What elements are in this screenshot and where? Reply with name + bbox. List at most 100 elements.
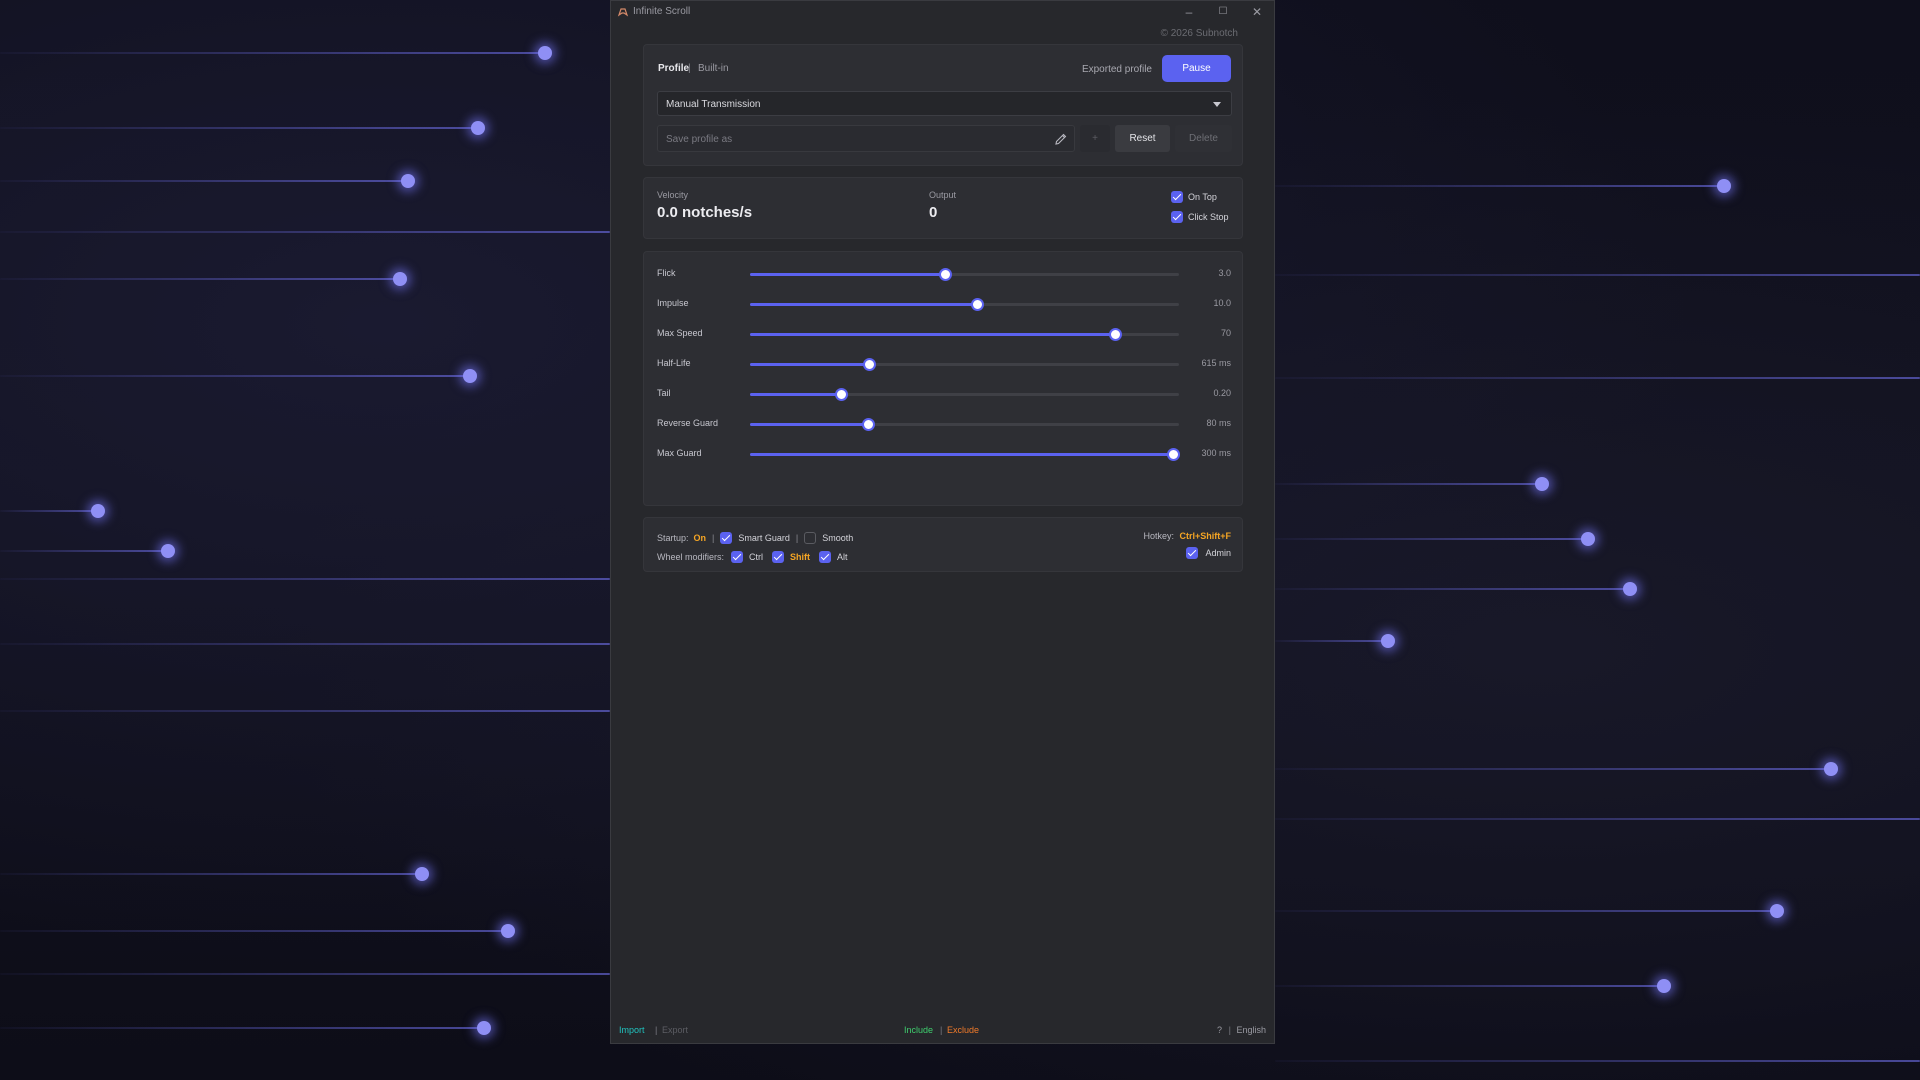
glow-dot	[415, 867, 429, 881]
slider-track[interactable]	[750, 358, 1179, 371]
tab-profile[interactable]: Profile	[658, 63, 689, 74]
alt-checkbox[interactable]	[819, 551, 832, 563]
glow-dot	[477, 1021, 491, 1035]
light-streak	[1275, 1060, 1920, 1062]
light-streak	[1275, 985, 1664, 987]
slider-thumb[interactable]	[863, 358, 877, 371]
on-top-checkbox[interactable]	[1171, 191, 1183, 203]
output-value: 0	[929, 204, 938, 221]
smart-guard-checkbox[interactable]	[720, 532, 733, 544]
glow-dot	[1535, 477, 1549, 491]
light-streak	[0, 1027, 484, 1029]
wheel-modifiers-label: Wheel modifiers:	[657, 552, 725, 562]
import-link[interactable]: Import	[619, 1025, 645, 1035]
slider-fill	[750, 303, 977, 306]
shift-checkbox[interactable]	[772, 551, 785, 563]
slider-value: 10.0	[1213, 298, 1231, 308]
light-streak	[0, 180, 408, 182]
slider-fill	[750, 363, 870, 366]
light-streak	[1275, 640, 1388, 642]
glow-dot	[1581, 532, 1595, 546]
include-link[interactable]: Include	[904, 1025, 933, 1035]
admin-toggle[interactable]: Admin	[1186, 546, 1231, 560]
slider-label: Half-Life	[657, 358, 691, 368]
slider-label: Max Guard	[657, 448, 702, 458]
slider-fill	[750, 393, 841, 396]
exclude-link[interactable]: Exclude	[947, 1025, 979, 1035]
add-profile-button[interactable]: +	[1080, 125, 1110, 152]
startup-label: Startup:	[657, 533, 689, 543]
slider-track[interactable]	[750, 298, 1179, 311]
slider-value: 70	[1220, 328, 1231, 338]
footer-separator: |	[655, 1025, 658, 1035]
reset-button[interactable]: Reset	[1115, 125, 1170, 152]
on-top-label: On Top	[1188, 192, 1217, 202]
slider-thumb[interactable]	[1166, 448, 1180, 461]
shift-label: Shift	[790, 552, 811, 562]
glow-dot	[1623, 582, 1637, 596]
slider-track[interactable]	[750, 448, 1180, 461]
hotkey-value[interactable]: Ctrl+Shift+F	[1179, 531, 1231, 541]
profile-select[interactable]: Manual Transmission	[657, 91, 1232, 116]
light-streak	[1275, 274, 1920, 276]
light-streak	[1275, 185, 1724, 187]
smooth-checkbox[interactable]	[804, 532, 817, 544]
slider-track[interactable]	[750, 418, 1179, 431]
profile-select-value: Manual Transmission	[666, 99, 761, 110]
light-streak	[0, 643, 610, 645]
glow-dot	[393, 272, 407, 286]
light-streak	[1275, 483, 1542, 485]
glow-dot	[501, 924, 515, 938]
light-streak	[0, 710, 610, 712]
minimize-button[interactable]: –	[1174, 3, 1204, 21]
pencil-icon[interactable]	[1054, 132, 1068, 146]
light-streak	[1275, 910, 1777, 912]
light-streak	[0, 375, 470, 377]
copyright-text: © 2026 Subnotch	[1160, 28, 1238, 39]
slider-thumb[interactable]	[970, 298, 984, 311]
light-streak	[0, 127, 478, 129]
on-top-toggle[interactable]: On Top	[1171, 190, 1217, 204]
light-streak	[0, 550, 168, 552]
slider-thumb[interactable]	[939, 268, 953, 281]
slider-thumb[interactable]	[834, 388, 848, 401]
glow-dot	[1770, 904, 1784, 918]
light-streak	[0, 231, 610, 233]
glow-dot	[1381, 634, 1395, 648]
slider-thumb[interactable]	[1108, 328, 1122, 341]
export-link[interactable]: Export	[662, 1025, 688, 1035]
startup-value[interactable]: On	[694, 533, 707, 543]
slider-track[interactable]	[750, 268, 1179, 281]
title-bar[interactable]: Infinite Scroll – ☐ ✕	[611, 1, 1274, 23]
tab-builtin[interactable]: Built-in	[698, 63, 729, 74]
slider-fill	[750, 273, 946, 276]
hotkey-row: Hotkey: Ctrl+Shift+F	[1143, 531, 1231, 541]
slider-value: 80 ms	[1206, 418, 1231, 428]
pause-button[interactable]: Pause	[1162, 55, 1231, 82]
save-profile-input[interactable]: Save profile as	[657, 125, 1075, 152]
slider-row-reverse-guard: Reverse Guard 80 ms	[644, 414, 1242, 434]
light-streak	[0, 278, 400, 280]
help-link[interactable]: ?	[1217, 1025, 1222, 1035]
separator: |	[712, 533, 715, 543]
slider-track[interactable]	[750, 328, 1179, 341]
velocity-value: 0.0 notches/s	[657, 204, 753, 221]
slider-track[interactable]	[750, 388, 1179, 401]
language-selector[interactable]: English	[1236, 1025, 1266, 1035]
maximize-button[interactable]: ☐	[1208, 3, 1238, 21]
velocity-label: Velocity	[657, 190, 689, 200]
glow-dot	[401, 174, 415, 188]
click-stop-toggle[interactable]: Click Stop	[1171, 210, 1229, 224]
slider-fill	[750, 333, 1115, 336]
slider-value: 615 ms	[1201, 358, 1231, 368]
slider-row-flick: Flick 3.0	[644, 264, 1242, 284]
ctrl-checkbox[interactable]	[731, 551, 744, 563]
delete-button[interactable]: Delete	[1175, 125, 1232, 152]
click-stop-checkbox[interactable]	[1171, 211, 1183, 223]
admin-checkbox[interactable]	[1186, 547, 1199, 559]
slider-label: Tail	[657, 388, 671, 398]
close-button[interactable]: ✕	[1242, 3, 1272, 21]
startup-row: Startup: On | Smart Guard | Smooth	[657, 531, 853, 545]
glow-dot	[538, 46, 552, 60]
slider-thumb[interactable]	[861, 418, 875, 431]
